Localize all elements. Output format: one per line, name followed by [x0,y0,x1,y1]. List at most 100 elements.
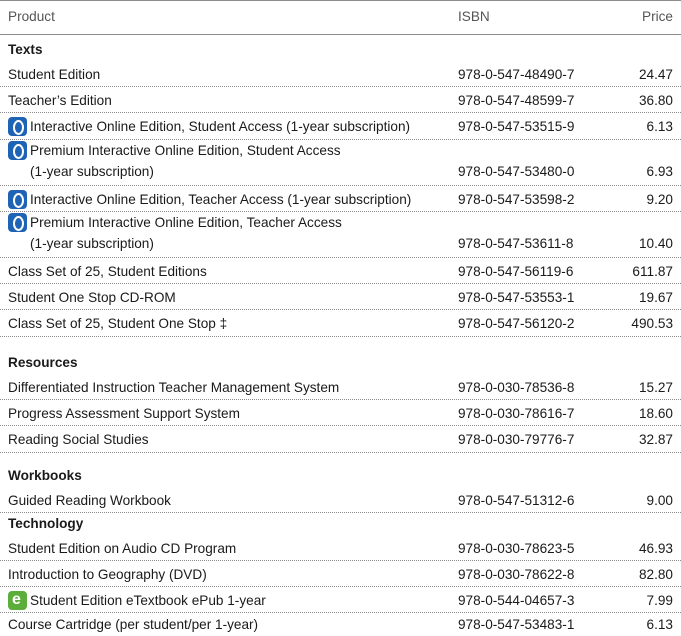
isbn-cell: 978-0-547-53553-1 [458,290,575,305]
isbn-cell: 978-0-547-53598-2 [458,192,575,207]
price-cell: 46.93 [638,541,673,556]
isbn-cell: 978-0-030-78623-5 [458,541,575,556]
table-row: Differentiated Instruction Teacher Manag… [0,374,681,400]
table-row: Class Set of 25, Student Editions 978-0-5… [0,258,681,284]
isbn-cell: 978-0-547-48490-7 [458,67,575,82]
isbn-cell: 978-0-547-48599-7 [458,93,575,108]
product-name: Interactive Online Edition, Student Acce… [30,119,411,134]
price-cell: 7.99 [646,593,673,608]
product-cell: Course Cartridge (per student/per 1-year… [8,614,258,635]
product-name: Differentiated Instruction Teacher Manag… [8,380,340,395]
isbn-cell: 978-0-547-53515-9 [458,119,575,134]
product-name: Progress Assessment Support System [8,406,240,421]
price-cell: 611.87 [632,264,673,279]
online-edition-icon [8,213,27,232]
product-cell: Teacher’s Edition [8,90,112,111]
isbn-cell: 978-0-547-51312-6 [458,493,575,508]
table-header: Product ISBN Price [0,0,681,35]
price-cell: 82.80 [638,567,673,582]
row-divider [0,452,681,453]
price-cell: 19.67 [638,290,673,305]
price-cell: 36.80 [638,93,673,108]
product-name: Student Edition eTextbook ePub 1-year [30,593,266,608]
product-cell: Introduction to Geography (DVD) [8,564,207,585]
etextbook-icon [8,590,27,610]
header-price: Price [642,9,673,24]
product-cell: Class Set of 25, Student One Stop ‡ [8,313,227,334]
table-row: Interactive Online Edition, Teacher Acce… [0,186,681,212]
isbn-cell: 978-0-544-04657-3 [458,593,575,608]
isbn-cell: 978-0-547-56119-6 [458,264,574,279]
product-name: Reading Social Studies [8,432,149,447]
product-name: Guided Reading Workbook [8,493,171,508]
product-name-line2: (1-year subscription) [30,164,154,179]
row-divider [0,336,681,337]
isbn-cell: 978-0-030-78536-8 [458,380,575,395]
isbn-cell: 978-0-547-53611-8 [458,236,574,251]
table-row: Premium Interactive Online Edition, Stud… [0,140,681,186]
product-cell: Class Set of 25, Student Editions [8,261,207,282]
product-name: Premium Interactive Online Edition, Stud… [30,143,341,179]
price-cell: 18.60 [638,406,673,421]
table-row: Student Edition eTextbook ePub 1-year 978… [0,587,681,613]
price-cell: 9.00 [646,493,673,508]
section-technology: Technology [8,516,84,531]
header-product: Product [8,9,55,24]
table-row: Class Set of 25, Student One Stop ‡ 978-0… [0,310,681,337]
price-cell: 6.13 [646,119,673,134]
table-row: Premium Interactive Online Edition, Teac… [0,212,681,258]
price-cell: 32.87 [638,432,673,447]
isbn-cell: 978-0-547-53483-1 [458,617,575,632]
product-cell: Interactive Online Edition, Student Acce… [8,116,410,137]
price-cell: 6.13 [646,617,673,632]
section-workbooks: Workbooks [8,468,82,483]
table-row: Interactive Online Edition, Student Acce… [0,113,681,140]
table-row: Progress Assessment Support System 978-0-… [0,400,681,426]
product-cell: Guided Reading Workbook [8,490,171,511]
section-resources: Resources [8,355,78,370]
online-edition-icon [8,117,27,136]
header-isbn: ISBN [458,9,490,24]
isbn-cell: 978-0-030-79776-7 [458,432,575,447]
price-cell: 490.53 [631,316,673,331]
product-name-line2: (1-year subscription) [30,236,154,251]
product-name: Class Set of 25, Student One Stop ‡ [8,316,228,331]
table-row: Guided Reading Workbook 978-0-547-51312-6… [0,487,681,513]
product-cell: Progress Assessment Support System [8,403,240,424]
product-cell: Student Edition eTextbook ePub 1-year [8,590,266,611]
product-cell: Student One Stop CD-ROM [8,287,176,308]
product-cell: Premium Interactive Online Edition, Stud… [8,140,341,182]
product-cell: Interactive Online Edition, Teacher Acce… [8,189,411,210]
product-cell: Differentiated Instruction Teacher Manag… [8,377,339,398]
product-name: Student Edition [8,67,101,82]
product-name: Premium Interactive Online Edition, Teac… [30,215,342,251]
product-cell: Student Edition [8,64,100,85]
price-cell: 24.47 [638,67,673,82]
product-name: Student One Stop CD-ROM [8,290,176,305]
product-cell: Student Edition on Audio CD Program [8,538,236,559]
isbn-cell: 978-0-547-56120-2 [458,316,575,331]
product-name: Course Cartridge (per student/per 1-year… [8,617,259,632]
table-row: Reading Social Studies 978-0-030-79776-7 3… [0,426,681,453]
product-name: Introduction to Geography (DVD) [8,567,207,582]
section-texts: Texts [8,42,43,57]
table-row: Student One Stop CD-ROM 978-0-547-53553-1… [0,284,681,310]
row-divider [0,512,681,513]
isbn-cell: 978-0-030-78616-7 [458,406,575,421]
table-row: Introduction to Geography (DVD) 978-0-030… [0,561,681,587]
table-row: Student Edition 978-0-547-48490-7 24.47 [0,61,681,87]
price-cell: 15.27 [638,380,673,395]
product-name: Class Set of 25, Student Editions [8,264,207,279]
product-cell: Reading Social Studies [8,429,149,450]
price-cell: 10.40 [638,236,673,251]
table-row: Course Cartridge (per student/per 1-year… [0,613,681,636]
table-row: Teacher’s Edition 978-0-547-48599-7 36.80 [0,87,681,113]
online-edition-icon [8,190,27,209]
isbn-cell: 978-0-030-78622-8 [458,567,575,582]
product-name: Teacher’s Edition [8,93,112,108]
product-name: Interactive Online Edition, Teacher Acce… [30,192,412,207]
price-cell: 6.93 [646,164,673,179]
price-cell: 9.20 [646,192,673,207]
isbn-cell: 978-0-547-53480-0 [458,164,575,179]
table-row: Student Edition on Audio CD Program 978-0… [0,535,681,561]
